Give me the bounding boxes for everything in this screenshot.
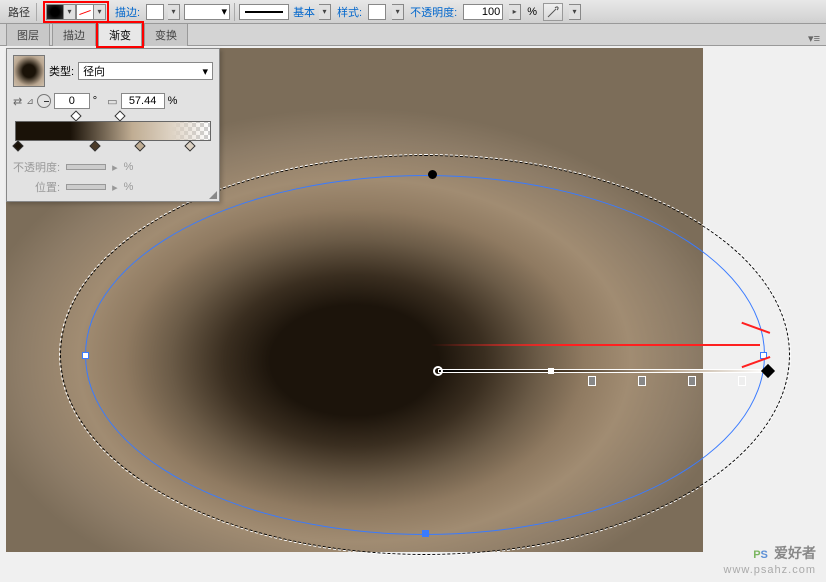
gradient-type-select[interactable]: 径向 ▾	[78, 62, 213, 80]
gradient-origin-handle[interactable]	[433, 366, 443, 376]
tab-stroke[interactable]: 描边	[52, 23, 96, 46]
color-stop[interactable]	[184, 140, 195, 151]
line-style-dd[interactable]: ▾	[319, 4, 331, 20]
gradient-track[interactable]	[438, 369, 768, 373]
panel-tabs: 图层 描边 渐变 变换 ▾≡	[0, 24, 826, 46]
path-label: 路径	[8, 4, 30, 20]
panel-resize-grip[interactable]	[209, 191, 217, 199]
stroke-width-input[interactable]: ▾	[184, 4, 230, 20]
scale-control[interactable]: ▭ 57.44 %	[107, 93, 177, 109]
gradient-stop[interactable]	[588, 376, 596, 386]
panel-position-suffix: %	[124, 181, 134, 193]
chevron-down-icon: ▾	[202, 65, 208, 78]
style-swatch[interactable]	[368, 4, 386, 20]
gradient-thumbnail[interactable]	[13, 55, 45, 87]
gradient-ramp[interactable]	[15, 121, 211, 141]
panel-position-label: 位置:	[35, 179, 60, 195]
stroke-label: 描边:	[115, 4, 140, 20]
wm-cn: 爱好者	[774, 545, 816, 561]
angle-suffix: °	[93, 95, 97, 107]
opacity-stop[interactable]	[70, 110, 81, 121]
fill-none-dropdown[interactable]: ▾	[94, 4, 106, 20]
tab-gradient[interactable]: 渐变	[98, 23, 142, 46]
stroke-swatch-dd[interactable]: ▾	[168, 4, 180, 20]
opacity-label: 不透明度:	[410, 4, 457, 20]
wand-dd[interactable]: ▾	[569, 4, 581, 20]
panel-opacity-suffix: %	[124, 161, 134, 173]
angle-input[interactable]: 0	[54, 93, 90, 109]
path-anchor-bottom[interactable]	[422, 530, 429, 537]
tab-transform[interactable]: 变换	[144, 23, 188, 46]
fill-swatch[interactable]	[46, 4, 64, 20]
gradient-stop[interactable]	[638, 376, 646, 386]
type-label: 类型:	[49, 63, 74, 79]
wm-s: S	[761, 549, 768, 561]
slider-arrow-icon: ▸	[112, 161, 118, 174]
gradient-annotator[interactable]	[438, 366, 768, 376]
separator	[36, 3, 37, 21]
angle-control[interactable]: ⊿ 0 °	[26, 93, 97, 109]
opacity-suffix: %	[527, 6, 537, 18]
gradient-stop[interactable]	[738, 376, 746, 386]
angle-dial[interactable]	[37, 94, 51, 108]
stroke-group: ▾ ▾ 基本 ▾	[146, 3, 331, 21]
style-dd[interactable]: ▾	[392, 4, 404, 20]
fill-group-highlight: ▾ ▾	[43, 1, 109, 23]
gradient-stop[interactable]	[688, 376, 696, 386]
panel-menu-icon[interactable]: ▾≡	[808, 32, 820, 45]
gradient-panel: 类型: 径向 ▾ ⇄ ⊿ 0 ° ▭ 57.44 % 不透明度: ▸ %	[6, 48, 220, 202]
gradient-mid-handle[interactable]	[548, 368, 554, 374]
scale-icon: ▭	[107, 95, 117, 108]
options-bar: 路径 ▾ ▾ 描边: ▾ ▾ 基本 ▾ 样式: ▾ 不透明度: 100 ▸ % …	[0, 0, 826, 24]
opacity-stop[interactable]	[114, 110, 125, 121]
color-stop[interactable]	[12, 140, 23, 151]
wand-icon[interactable]	[543, 3, 563, 21]
path-anchor-left[interactable]	[82, 352, 89, 359]
style-label: 样式:	[337, 4, 362, 20]
color-stop[interactable]	[89, 140, 100, 151]
stroke-swatch[interactable]	[146, 4, 164, 20]
wm-url: www.psahz.com	[724, 564, 816, 576]
scale-suffix: %	[168, 95, 178, 107]
panel-position-slider[interactable]	[66, 184, 106, 190]
panel-opacity-label: 不透明度:	[13, 159, 60, 175]
opacity-dd[interactable]: ▸	[509, 4, 521, 20]
separator	[234, 3, 235, 21]
tab-layers[interactable]: 图层	[6, 23, 50, 46]
wm-p: P	[753, 549, 760, 561]
watermark: PS 爱好者 www.psahz.com	[724, 538, 816, 576]
panel-opacity-slider[interactable]	[66, 164, 106, 170]
fill-dropdown[interactable]: ▾	[64, 4, 76, 20]
opacity-input[interactable]: 100	[463, 4, 503, 20]
color-stop[interactable]	[134, 140, 145, 151]
reverse-icon[interactable]: ⇄	[13, 95, 22, 108]
path-anchor-top[interactable]	[428, 170, 437, 179]
slider-arrow-icon: ▸	[112, 181, 118, 194]
annotation-arrow	[430, 326, 790, 366]
type-value: 径向	[83, 63, 105, 79]
scale-input[interactable]: 57.44	[121, 93, 165, 109]
fill-none-swatch[interactable]	[76, 4, 94, 20]
stroke-style-preview[interactable]	[239, 4, 289, 20]
line-style-label[interactable]: 基本	[293, 4, 315, 20]
